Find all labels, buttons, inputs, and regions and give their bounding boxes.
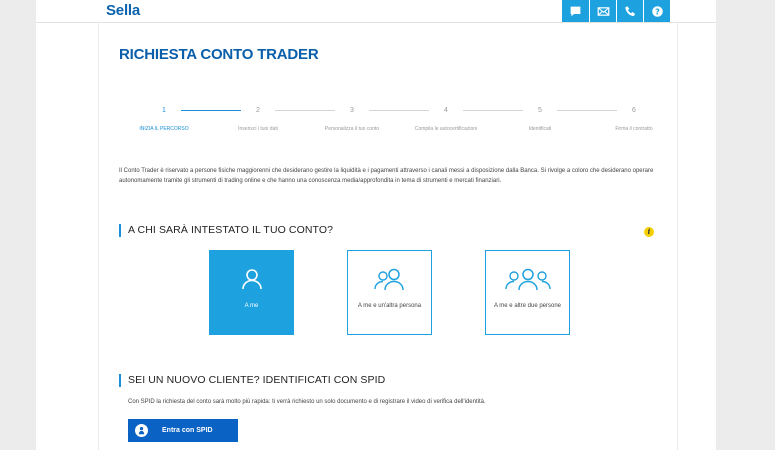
step-number: 4 xyxy=(444,107,448,114)
step-number: 5 xyxy=(538,107,542,114)
owner-option-label: A me xyxy=(244,303,259,309)
sella-logo[interactable]: Sella xyxy=(106,2,140,19)
step-number: 6 xyxy=(632,107,636,114)
spid-button-label: Entra con SPID xyxy=(162,427,213,434)
mail-icon[interactable] xyxy=(589,0,616,22)
step-label: Firma il contratto xyxy=(615,126,653,132)
svg-text:?: ? xyxy=(655,6,660,16)
owner-option-three-persons[interactable]: A me e altre due persone xyxy=(485,250,570,335)
step-label: Compila le autocertificazioni xyxy=(414,126,478,132)
step-label: INIZIA IL PERCORSO xyxy=(139,126,189,132)
help-icon[interactable]: ? xyxy=(643,0,670,22)
intro-text: Il Conto Trader è riservato a persone fi… xyxy=(119,168,654,184)
page: Sella ? RICHIESTA CONTO TRADER 1 INIZIA … xyxy=(36,0,716,450)
person-icon xyxy=(241,269,262,290)
top-header: Sella ? xyxy=(36,0,716,23)
progress-stepper: 1 INIZIA IL PERCORSO 2 Inserisci i tuoi … xyxy=(119,107,659,137)
main-content: RICHIESTA CONTO TRADER 1 INIZIA IL PERCO… xyxy=(98,23,678,450)
owner-option-two-persons[interactable]: A me e un'altra persona xyxy=(347,250,432,335)
header-actions: ? xyxy=(562,0,670,22)
step-label: Inserisci i tuoi dati xyxy=(238,126,278,132)
page-title: RICHIESTA CONTO TRADER xyxy=(119,46,319,63)
owner-option-me[interactable]: A me xyxy=(209,250,294,335)
spid-section-title: SEI UN NUOVO CLIENTE? IDENTIFICATI CON S… xyxy=(119,374,385,387)
step-label: Identificati xyxy=(528,126,552,132)
spid-user-icon xyxy=(135,424,148,437)
owner-section-title: A CHI SARÀ INTESTATO IL TUO CONTO? xyxy=(119,224,333,237)
spid-login-button[interactable]: Entra con SPID xyxy=(128,419,238,442)
chat-icon[interactable] xyxy=(562,0,589,22)
step-6: 6 Firma il contratto xyxy=(589,107,679,132)
two-persons-icon xyxy=(373,268,404,291)
spid-description: Con SPID la richiesta del conto sarà mol… xyxy=(128,399,486,405)
step-label: Personalizza il tuo conto xyxy=(324,126,380,132)
info-icon[interactable]: i xyxy=(644,227,654,237)
owner-option-label: A me e altre due persone xyxy=(493,303,562,309)
three-persons-icon xyxy=(504,268,551,291)
phone-icon[interactable] xyxy=(616,0,643,22)
step-number: 1 xyxy=(162,107,166,114)
step-number: 2 xyxy=(256,107,260,114)
step-number: 3 xyxy=(350,107,354,114)
owner-option-label: A me e un'altra persona xyxy=(357,303,422,309)
